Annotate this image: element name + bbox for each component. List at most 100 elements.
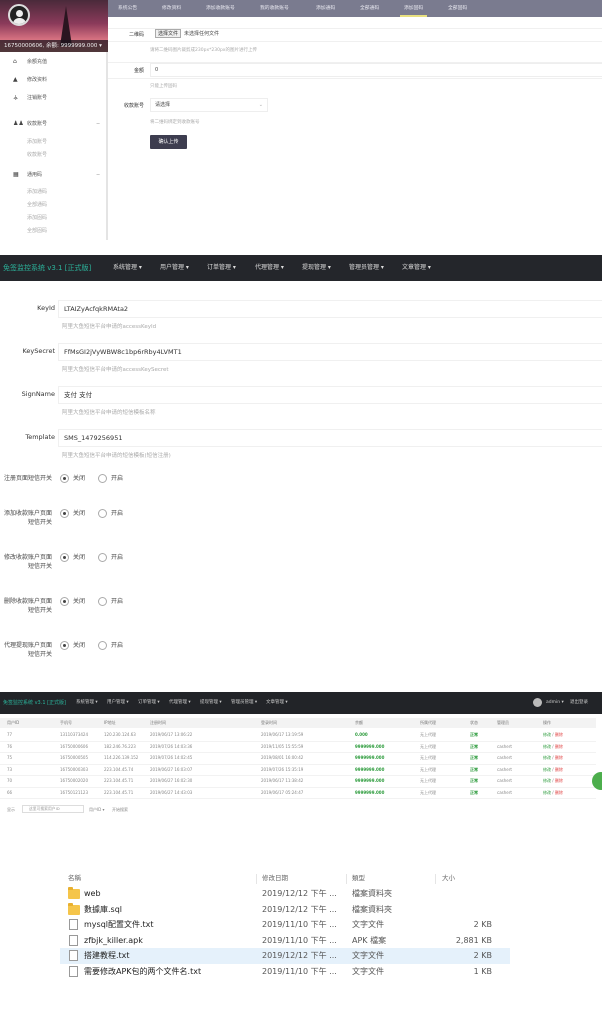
- sidebar-subitem-add-fixed-code[interactable]: 添加固码: [27, 213, 47, 223]
- file-row[interactable]: 數據庫.sql 2019/12/12 下午 ... 檔案資料夾: [60, 902, 510, 918]
- file-row[interactable]: 需要修改APK包的两个文件名.txt 2019/11/10 下午 ... 文字文件 1…: [60, 964, 510, 980]
- edit-link[interactable]: 修改: [543, 744, 551, 749]
- radio-on[interactable]: [98, 553, 107, 562]
- column-date[interactable]: 修改日期: [262, 872, 288, 884]
- delete-link[interactable]: 删除: [555, 778, 563, 783]
- menu-users[interactable]: 用户管理 ▾: [107, 692, 129, 714]
- sidebar-subitem-all-fixed-codes[interactable]: 全部固码: [27, 226, 47, 236]
- radio-off[interactable]: [60, 597, 69, 606]
- sidebar-subitem-add-account[interactable]: 添加账号: [27, 137, 47, 147]
- edit-link[interactable]: 修改: [543, 790, 551, 795]
- search-input[interactable]: 这里可搜索用户ID: [22, 805, 84, 813]
- amount-input[interactable]: 0: [150, 63, 602, 77]
- edit-link[interactable]: 修改: [543, 767, 551, 772]
- tab-my-accounts[interactable]: 我的收款账号: [260, 0, 289, 17]
- account-select[interactable]: 请选择 ⌄: [150, 98, 268, 112]
- collapse-icon[interactable]: −: [96, 169, 100, 181]
- radio-on[interactable]: [98, 509, 107, 518]
- edit-link[interactable]: 修改: [543, 778, 551, 783]
- radio-off[interactable]: [60, 474, 69, 483]
- column-header-admin[interactable]: 管理员: [497, 718, 509, 728]
- column-header-user-id[interactable]: 用户ID: [7, 718, 19, 728]
- file-row[interactable]: zfbjk_killer.apk 2019/11/10 下午 ... APK 檔案 2…: [60, 933, 510, 949]
- tab-edit-profile[interactable]: 修改资料: [162, 0, 181, 17]
- tab-add-account[interactable]: 添加收款账号: [206, 0, 235, 17]
- radio-off[interactable]: [60, 641, 69, 650]
- column-header-login-time[interactable]: 登录时间: [261, 718, 277, 728]
- sidebar-subitem-add-generic-code[interactable]: 添加通码: [27, 187, 47, 197]
- radio-off[interactable]: [60, 509, 69, 518]
- menu-system[interactable]: 系统管理 ▾: [113, 255, 142, 281]
- menu-withdrawals[interactable]: 提现管理 ▾: [200, 692, 222, 714]
- sidebar-item-profile[interactable]: ▲ 修改资料: [0, 74, 108, 86]
- edit-link[interactable]: 修改: [543, 755, 551, 760]
- admin-menu[interactable]: admin ▾: [546, 692, 564, 714]
- column-header-balance[interactable]: 余额: [355, 718, 363, 728]
- signname-input[interactable]: 支付 支付: [58, 386, 602, 404]
- template-input[interactable]: SMS_1479256951: [58, 429, 602, 447]
- column-header-actions[interactable]: 操作: [543, 718, 551, 728]
- delete-link[interactable]: 删除: [555, 755, 563, 760]
- delete-link[interactable]: 删除: [555, 732, 563, 737]
- tab-all-generic-codes[interactable]: 全部通码: [360, 0, 379, 17]
- column-header-status[interactable]: 状态: [470, 718, 478, 728]
- file-row[interactable]: mysql配置文件.txt 2019/11/10 下午 ... 文字文件 2 KB: [60, 917, 510, 933]
- tab-all-fixed-codes[interactable]: 全部固码: [448, 0, 467, 17]
- menu-agents[interactable]: 代理管理 ▾: [255, 255, 284, 281]
- confirm-upload-button[interactable]: 确认上传: [150, 135, 187, 149]
- keyid-input[interactable]: LTAIZyAcfqkRMAta2: [58, 300, 602, 318]
- filter-select[interactable]: 用户ID ▾: [89, 807, 105, 813]
- sidebar-subitem-accounts[interactable]: 收款账号: [27, 150, 47, 160]
- menu-articles[interactable]: 文章管理 ▾: [266, 692, 288, 714]
- file-row[interactable]: 搭建教程.txt 2019/12/12 下午 ... 文字文件 2 KB: [60, 948, 510, 964]
- user-balance-bar[interactable]: 16750000606, 余额: 9999999.000 ▾: [0, 40, 108, 52]
- column-separator[interactable]: [435, 874, 436, 884]
- column-size[interactable]: 大小: [442, 872, 455, 884]
- column-type[interactable]: 類型: [352, 872, 365, 884]
- radio-on[interactable]: [98, 641, 107, 650]
- tab-add-fixed-code[interactable]: 添加固码: [400, 0, 428, 17]
- menu-orders[interactable]: 订单管理 ▾: [207, 255, 236, 281]
- brand-title[interactable]: 免签监控系统 v3.1 [正式版]: [3, 255, 91, 281]
- keysecret-input[interactable]: FfMsGI2jVyWBW8c1bp6rRby4LVMT1: [58, 343, 602, 361]
- menu-users[interactable]: 用户管理 ▾: [160, 255, 189, 281]
- radio-on-label: 开启: [111, 554, 124, 561]
- menu-withdrawals[interactable]: 提现管理 ▾: [302, 255, 331, 281]
- radio-on[interactable]: [98, 597, 107, 606]
- delete-link[interactable]: 删除: [555, 767, 563, 772]
- logout-link[interactable]: 退出登录: [570, 692, 588, 714]
- column-name[interactable]: 名稱: [68, 872, 81, 884]
- tab-add-generic-code[interactable]: 添加通码: [316, 0, 335, 17]
- cell-admin: cashert: [497, 743, 512, 749]
- radio-on[interactable]: [98, 474, 107, 483]
- menu-agents[interactable]: 代理管理 ▾: [169, 692, 191, 714]
- tab-announcement[interactable]: 系统公告: [118, 0, 137, 17]
- menu-orders[interactable]: 订单管理 ▾: [138, 692, 160, 714]
- sidebar-group-accounts[interactable]: ♟♟ 收款账号 −: [0, 118, 108, 130]
- edit-link[interactable]: 修改: [543, 732, 551, 737]
- sidebar-item-recharge[interactable]: ⌂ 余额充值: [0, 56, 108, 68]
- search-button[interactable]: 开始搜索: [112, 807, 128, 813]
- file-row[interactable]: web 2019/12/12 下午 ... 檔案資料夾: [60, 886, 510, 902]
- sidebar-item-cancel-account[interactable]: ⚶ 注销账号: [0, 92, 108, 104]
- column-header-ip[interactable]: IP地址: [104, 718, 116, 728]
- avatar[interactable]: [8, 4, 30, 26]
- collapse-icon[interactable]: −: [96, 118, 100, 130]
- column-header-phone[interactable]: 手机号: [60, 718, 72, 728]
- delete-link[interactable]: 删除: [555, 790, 563, 795]
- menu-admins[interactable]: 管理员管理 ▾: [349, 255, 384, 281]
- menu-system[interactable]: 系统管理 ▾: [76, 692, 98, 714]
- sidebar-group-qrcodes[interactable]: ▦ 通用码 −: [0, 169, 108, 181]
- menu-articles[interactable]: 文章管理 ▾: [402, 255, 431, 281]
- column-header-agent[interactable]: 所属代理: [420, 718, 436, 728]
- menu-admins[interactable]: 管理员管理 ▾: [231, 692, 257, 714]
- delete-link[interactable]: 删除: [555, 744, 563, 749]
- radio-off[interactable]: [60, 553, 69, 562]
- column-separator[interactable]: [256, 874, 257, 884]
- column-header-register-time[interactable]: 注册时间: [150, 718, 166, 728]
- admin-avatar[interactable]: [533, 698, 542, 707]
- choose-file-button[interactable]: 选择文件: [155, 29, 182, 38]
- column-separator[interactable]: [346, 874, 347, 884]
- brand-title[interactable]: 免签监控系统 v3.1 [正式版]: [3, 692, 66, 714]
- sidebar-subitem-all-generic-codes[interactable]: 全部通码: [27, 200, 47, 210]
